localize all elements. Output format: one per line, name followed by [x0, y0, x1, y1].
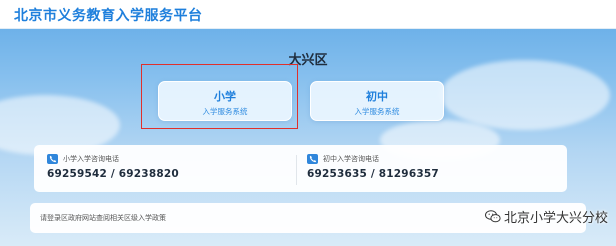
notice-text: 请登录区政府网站查阅相关区级入学政策 [40, 214, 166, 222]
cloud-decoration [440, 60, 610, 130]
top-header: 北京市义务教育入学服务平台 [0, 0, 616, 29]
hotline-divider [296, 155, 297, 185]
primary-hotline-label: 小学入学咨询电话 [63, 155, 119, 163]
primary-school-label: 小学 [214, 90, 236, 103]
app-title: 北京市义务教育入学服务平台 [14, 8, 203, 24]
wechat-icon [484, 210, 501, 223]
hotline-panel: 小学入学咨询电话 69259542 / 69238820 初中入学咨询电话 69… [34, 145, 567, 192]
middle-hotline: 初中入学咨询电话 69253635 / 81296357 [307, 154, 439, 180]
district-title: 大兴区 [288, 53, 328, 68]
primary-school-button[interactable]: 小学 入学服务系统 [158, 81, 292, 121]
phone-icon [307, 154, 318, 164]
middle-school-subtitle: 入学服务系统 [354, 107, 400, 116]
page: 北京市义务教育入学服务平台 大兴区 小学 入学服务系统 初中 入学服务系统 小学… [0, 0, 616, 246]
middle-hotline-number: 69253635 / 81296357 [307, 168, 439, 180]
watermark-text: 北京小学大兴分校 [503, 211, 608, 226]
primary-hotline: 小学入学咨询电话 69259542 / 69238820 [47, 154, 179, 180]
middle-school-label: 初中 [366, 90, 388, 103]
middle-hotline-label: 初中入学咨询电话 [323, 155, 379, 163]
middle-school-button[interactable]: 初中 入学服务系统 [310, 81, 444, 121]
primary-school-subtitle: 入学服务系统 [202, 107, 248, 116]
phone-icon [47, 154, 58, 164]
primary-hotline-number: 69259542 / 69238820 [47, 168, 179, 180]
watermark: 北京小学大兴分校 [484, 207, 608, 226]
